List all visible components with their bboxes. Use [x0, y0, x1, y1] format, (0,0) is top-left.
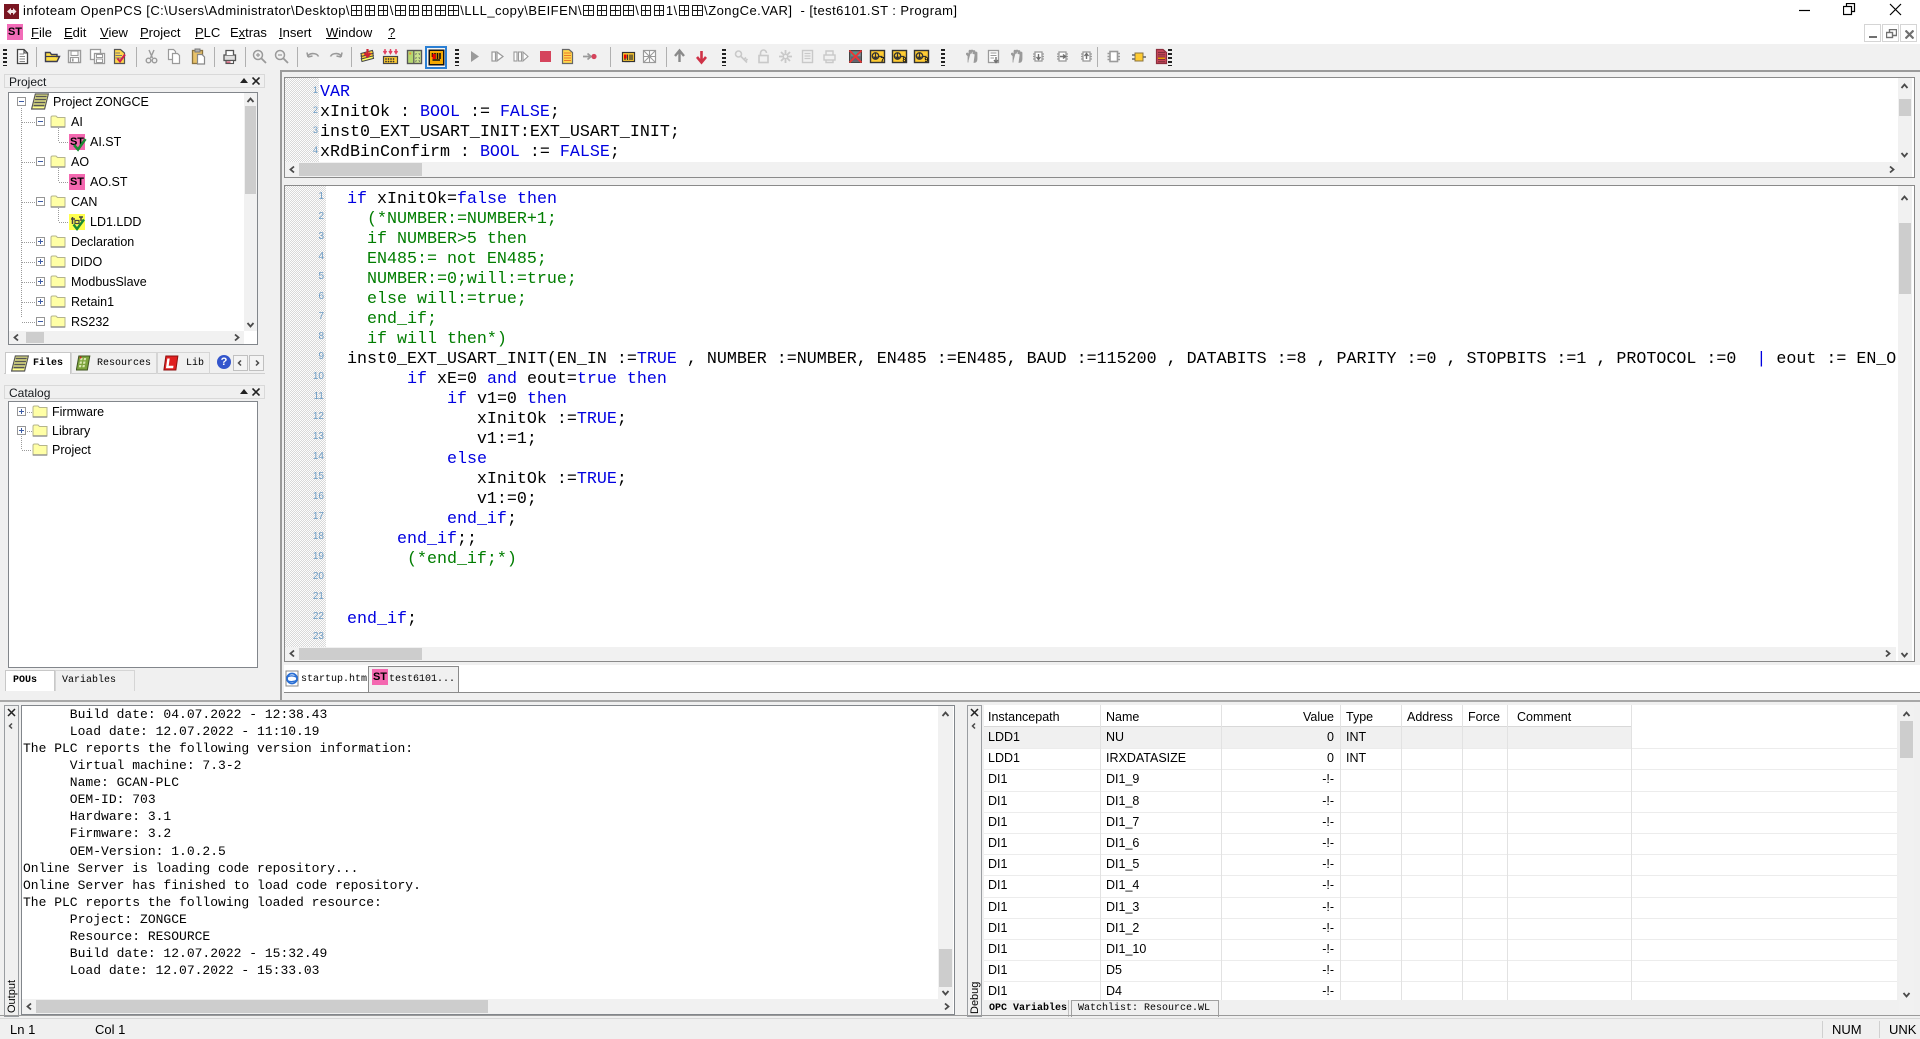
- svg-text:7: 7: [881, 57, 885, 64]
- svg-text:9: 9: [925, 57, 929, 64]
- svg-text:8: 8: [903, 57, 907, 64]
